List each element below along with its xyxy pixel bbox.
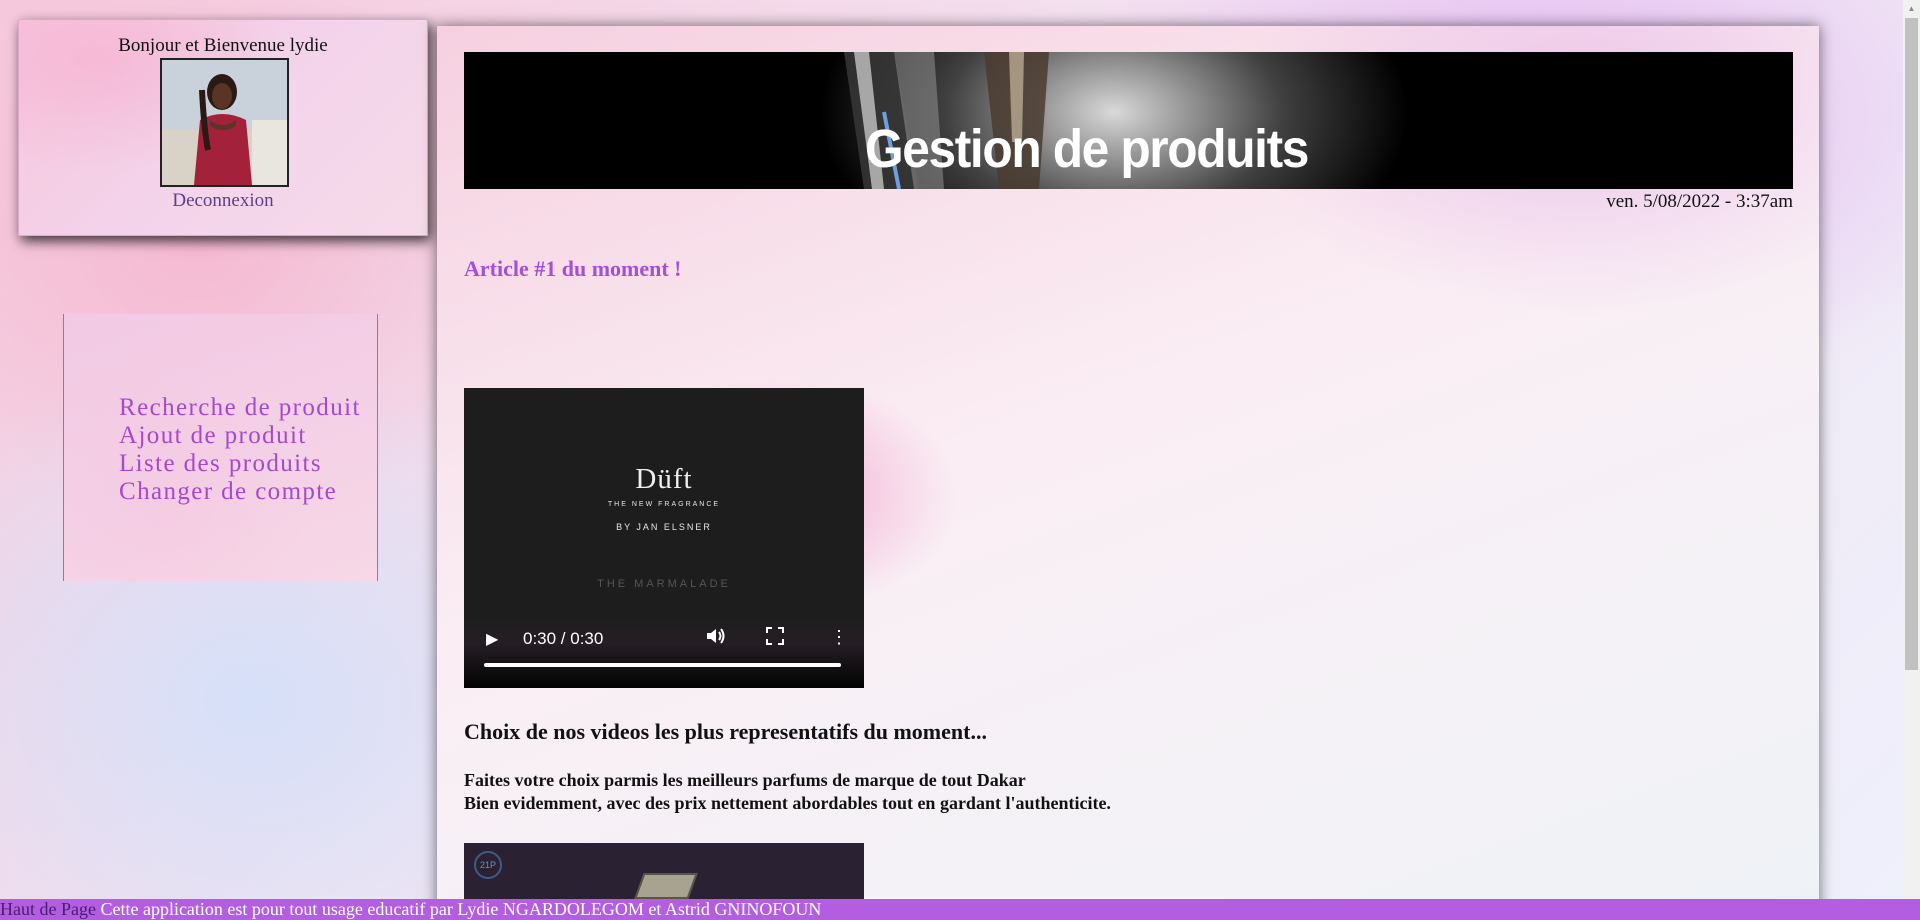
fullscreen-icon[interactable]: [766, 627, 784, 650]
avatar: [160, 58, 289, 187]
date-display: ven. 5/08/2022 - 3:37am: [1606, 191, 1793, 212]
video-player[interactable]: Düft THE NEW FRAGRANCE BY JAN ELSNER THE…: [464, 388, 864, 688]
footer: Haut de Page Cette application est pour …: [0, 899, 1920, 920]
menu-item-recherche[interactable]: Recherche de produit: [119, 394, 361, 422]
page-title: Gestion de produits: [865, 119, 1309, 179]
user-panel: Bonjour et Bienvenue lydie Deconnexion: [18, 19, 428, 236]
menu-item-changer-compte[interactable]: Changer de compte: [119, 478, 361, 506]
more-options-icon[interactable]: ⋮: [830, 627, 848, 648]
navigation-menu: Recherche de produit Ajout de produit Li…: [63, 314, 378, 581]
greeting-text: Bonjour et Bienvenue lydie: [118, 35, 328, 56]
video-brand-text: Düft: [635, 463, 693, 495]
logout-link[interactable]: Deconnexion: [19, 190, 427, 212]
volume-icon[interactable]: [706, 627, 726, 650]
menu-list: Recherche de produit Ajout de produit Li…: [119, 394, 361, 506]
footer-text: Cette application est pour tout usage ed…: [95, 899, 822, 919]
video-subtitle-text: THE NEW FRAGRANCE: [607, 501, 721, 508]
description-line-2: Bien evidemment, avec des prix nettement…: [464, 793, 1111, 813]
video-controls: ▶ 0:30 / 0:30 ⋮: [464, 613, 864, 688]
video2-badge: 21P: [474, 851, 502, 879]
main-content: Gestion de produits ven. 5/08/2022 - 3:3…: [437, 26, 1819, 920]
menu-item-liste[interactable]: Liste des produits: [119, 450, 361, 478]
avatar-photo: [162, 60, 287, 185]
article-title: Article #1 du moment !: [464, 256, 682, 281]
header-banner: Gestion de produits: [464, 52, 1793, 189]
menu-item-ajout[interactable]: Ajout de produit: [119, 422, 361, 450]
video2-thumbnail-object: [634, 873, 698, 899]
description-line-1: Faites votre choix parmis les meilleurs …: [464, 770, 1026, 790]
scrollbar-thumb[interactable]: [1905, 18, 1918, 670]
back-to-top-link[interactable]: Haut de Page: [0, 899, 96, 919]
section-heading: Choix de nos videos les plus representat…: [464, 719, 987, 744]
scroll-up-arrow-icon[interactable]: ▲: [1903, 0, 1920, 17]
video-author-text: BY JAN ELSNER: [616, 522, 712, 532]
video-time: 0:30 / 0:30: [523, 629, 604, 648]
video-studio-text: THE MARMALADE: [597, 578, 731, 590]
video-progress-bar[interactable]: [484, 663, 841, 667]
vertical-scrollbar[interactable]: ▲: [1903, 0, 1920, 900]
play-icon[interactable]: ▶: [486, 629, 498, 649]
